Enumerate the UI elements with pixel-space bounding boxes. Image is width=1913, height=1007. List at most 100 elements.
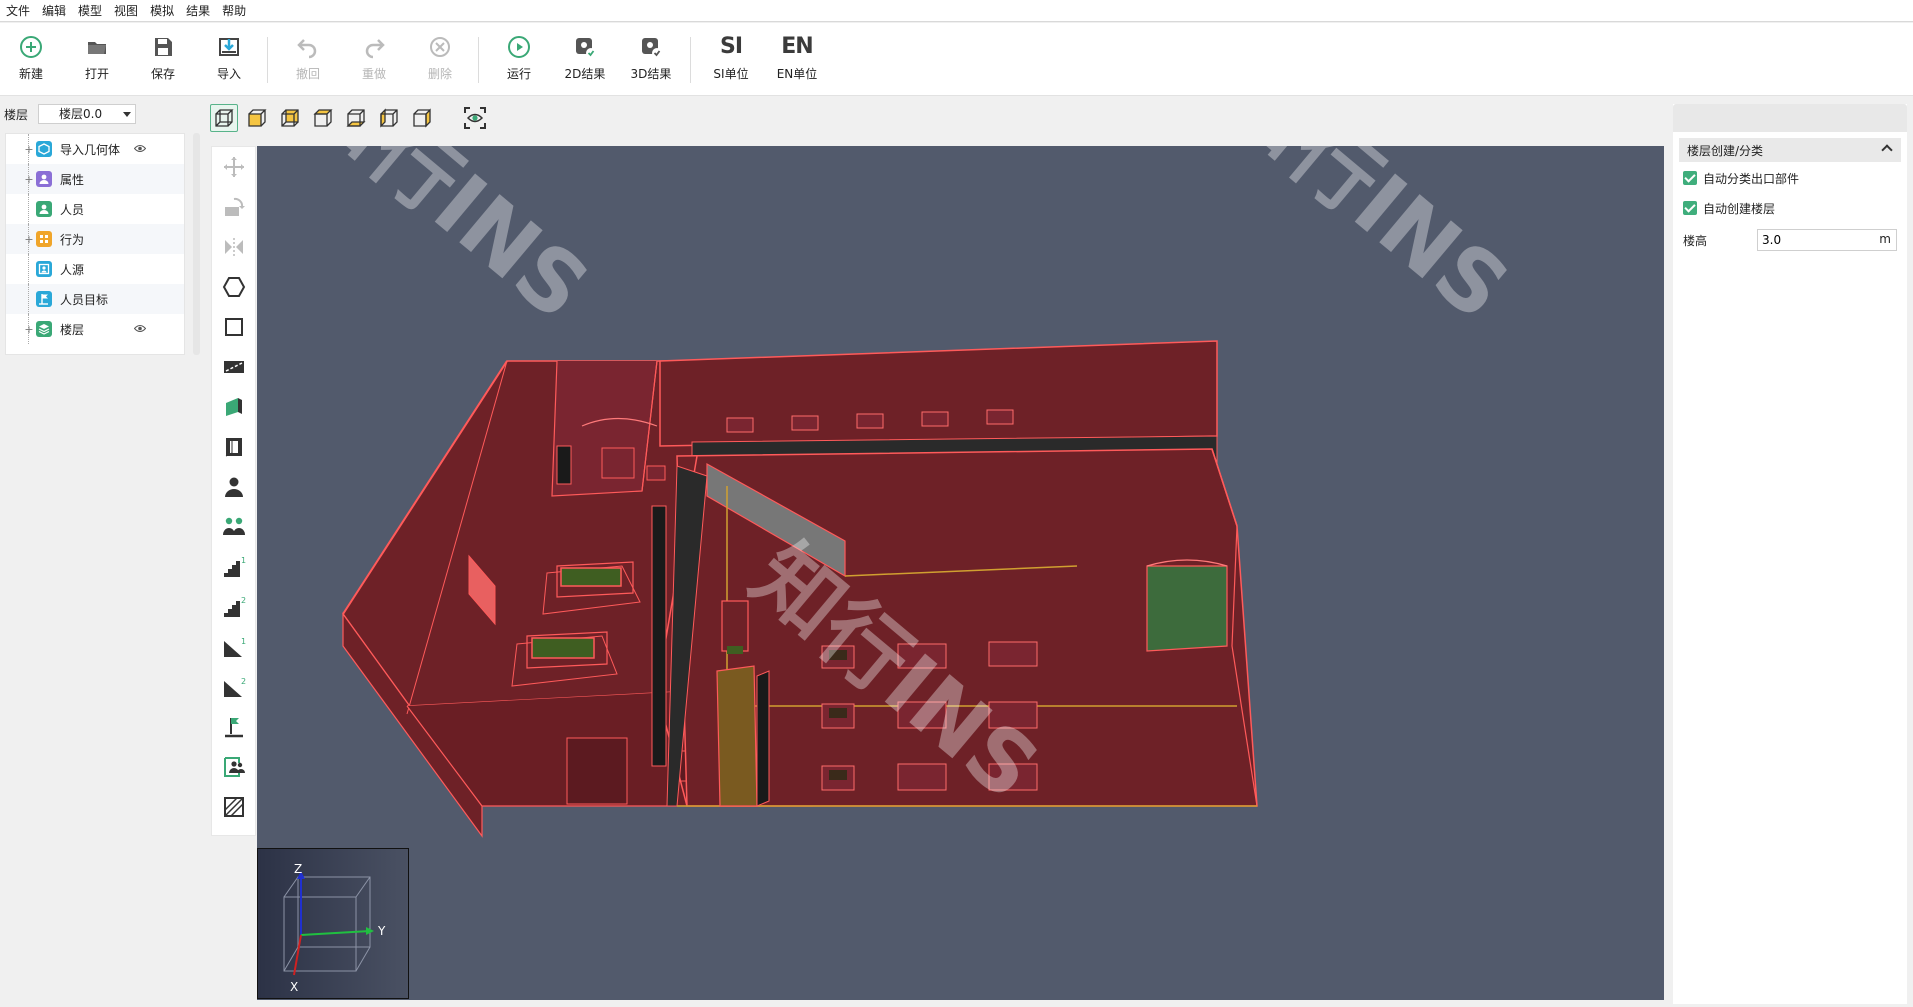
add-group-tool-button[interactable] [220, 513, 248, 541]
axis-y-label: Y [377, 924, 386, 938]
person-source-icon [224, 757, 245, 777]
move-arrows-icon [224, 157, 244, 177]
ramp-2-tool-button[interactable]: 2 [220, 673, 248, 701]
result-2d-label: 2D结果 [564, 67, 606, 81]
open-label: 打开 [84, 67, 109, 81]
right-dining-block [651, 448, 1258, 807]
tree-item-label: 属性 [60, 172, 85, 187]
view-left-button[interactable] [375, 104, 403, 132]
ramp-1-icon: 1 [224, 637, 246, 657]
view-bottom-button[interactable] [342, 104, 370, 132]
cube-right-icon [413, 108, 431, 128]
view-fit-button[interactable] [461, 104, 489, 132]
stair-1-tool-button[interactable]: 1 [220, 553, 248, 581]
menu-model[interactable]: 模型 [72, 0, 108, 22]
expand-plus-icon[interactable]: + [24, 143, 34, 156]
cube-back-icon [281, 109, 299, 127]
result-3d-label: 3D结果 [630, 67, 672, 81]
wall-tool-button[interactable] [220, 393, 248, 421]
expand-plus-icon[interactable]: + [24, 233, 34, 246]
save-button[interactable]: 保存 [134, 33, 192, 89]
stair-2-tool-button[interactable]: 2 [220, 593, 248, 621]
auto-floor-checkbox[interactable] [1683, 201, 1697, 215]
back-wall-block [659, 340, 1218, 467]
open-button[interactable]: 打开 [68, 33, 126, 89]
menu-help[interactable]: 帮助 [216, 0, 252, 22]
tree-item-behavior[interactable]: + 行为 [6, 224, 184, 254]
building-model [342, 340, 1258, 838]
expand-plus-icon[interactable]: + [24, 323, 34, 336]
obstacle-tool-button[interactable] [220, 793, 248, 821]
si-unit-button[interactable]: SI SI单位 [702, 33, 760, 89]
undo-button[interactable]: 撤回 [279, 33, 337, 89]
eye-icon[interactable] [134, 324, 146, 333]
eye-icon[interactable] [134, 144, 146, 153]
undo-label: 撤回 [295, 67, 320, 81]
door-tool-button[interactable] [220, 433, 248, 461]
add-person-tool-button[interactable] [220, 473, 248, 501]
import-button[interactable]: 导入 [200, 33, 258, 89]
cube-front-icon [248, 109, 267, 127]
source-tool-button[interactable] [220, 753, 248, 781]
floor-height-input[interactable] [1758, 230, 1868, 250]
behavior-icon [36, 231, 52, 247]
rectangle-tool-button[interactable] [220, 313, 248, 341]
axis-z-label: Z [294, 862, 302, 876]
en-unit-label: EN单位 [776, 67, 818, 81]
tree-item-geometry[interactable]: + 导入几何体 [6, 134, 184, 164]
menu-simulate[interactable]: 模拟 [144, 0, 180, 22]
move-tool-button[interactable] [220, 153, 248, 181]
mirror-icon [225, 238, 243, 256]
chevron-up-icon[interactable] [1881, 144, 1893, 156]
mirror-tool-button[interactable] [220, 233, 248, 261]
plus-circle-icon [17, 33, 45, 61]
rotate-tool-button[interactable] [220, 193, 248, 221]
tree-scrollbar[interactable] [193, 133, 200, 355]
view-right-button[interactable] [408, 104, 436, 132]
en-unit-button[interactable]: EN EN单位 [768, 33, 826, 89]
expand-plus-icon[interactable]: + [24, 173, 34, 186]
run-label: 运行 [506, 67, 531, 81]
svg-text:2: 2 [241, 677, 246, 686]
auto-floor-checkbox-row[interactable]: 自动创建楼层 [1683, 198, 1775, 218]
tree-item-target[interactable]: 人员目标 [6, 284, 184, 314]
toolbar-separator [267, 37, 268, 83]
source-icon [36, 261, 52, 277]
result-3d-button[interactable]: 3D结果 [622, 33, 680, 89]
auto-exit-checkbox[interactable] [1683, 171, 1697, 185]
tree-item-person[interactable]: 人员 [6, 194, 184, 224]
view-iso-button[interactable] [210, 104, 238, 132]
hatched-area-icon [224, 797, 244, 817]
polygon-tool-button[interactable] [220, 273, 248, 301]
view-back-button[interactable] [276, 104, 304, 132]
delete-button[interactable]: 删除 [411, 33, 469, 89]
floor-height-unit: m [1879, 232, 1891, 246]
floor-section-header[interactable]: 楼层创建/分类 [1679, 138, 1901, 162]
new-button[interactable]: 新建 [2, 33, 60, 89]
play-circle-icon [505, 33, 533, 61]
delete-label: 删除 [427, 67, 452, 81]
ramp-1-tool-button[interactable]: 1 [220, 633, 248, 661]
tree-item-floor[interactable]: + 楼层 [6, 314, 184, 344]
run-button[interactable]: 运行 [490, 33, 548, 89]
view-top-button[interactable] [309, 104, 337, 132]
tree-item-property[interactable]: + 属性 [6, 164, 184, 194]
floor-dropdown[interactable]: 楼层0.0 [38, 104, 136, 124]
menu-results[interactable]: 结果 [180, 0, 216, 22]
view-front-button[interactable] [243, 104, 271, 132]
result-3d-icon [637, 33, 665, 61]
redo-button[interactable]: 重做 [345, 33, 403, 89]
tree-item-source[interactable]: 人源 [6, 254, 184, 284]
menu-file[interactable]: 文件 [0, 0, 36, 22]
3d-viewport[interactable]: 知行INS 知行INS 知行INS [257, 146, 1664, 1000]
tree-guide-line [28, 194, 29, 224]
result-2d-button[interactable]: 2D结果 [556, 33, 614, 89]
target-tool-button[interactable] [220, 713, 248, 741]
menu-view[interactable]: 视图 [108, 0, 144, 22]
target-icon [36, 291, 52, 307]
floor-height-field[interactable]: m [1757, 229, 1897, 251]
menu-edit[interactable]: 编辑 [36, 0, 72, 22]
auto-exit-checkbox-row[interactable]: 自动分类出口部件 [1683, 168, 1799, 188]
stairs-1-icon: 1 [224, 556, 246, 577]
line-tool-button[interactable] [220, 353, 248, 381]
